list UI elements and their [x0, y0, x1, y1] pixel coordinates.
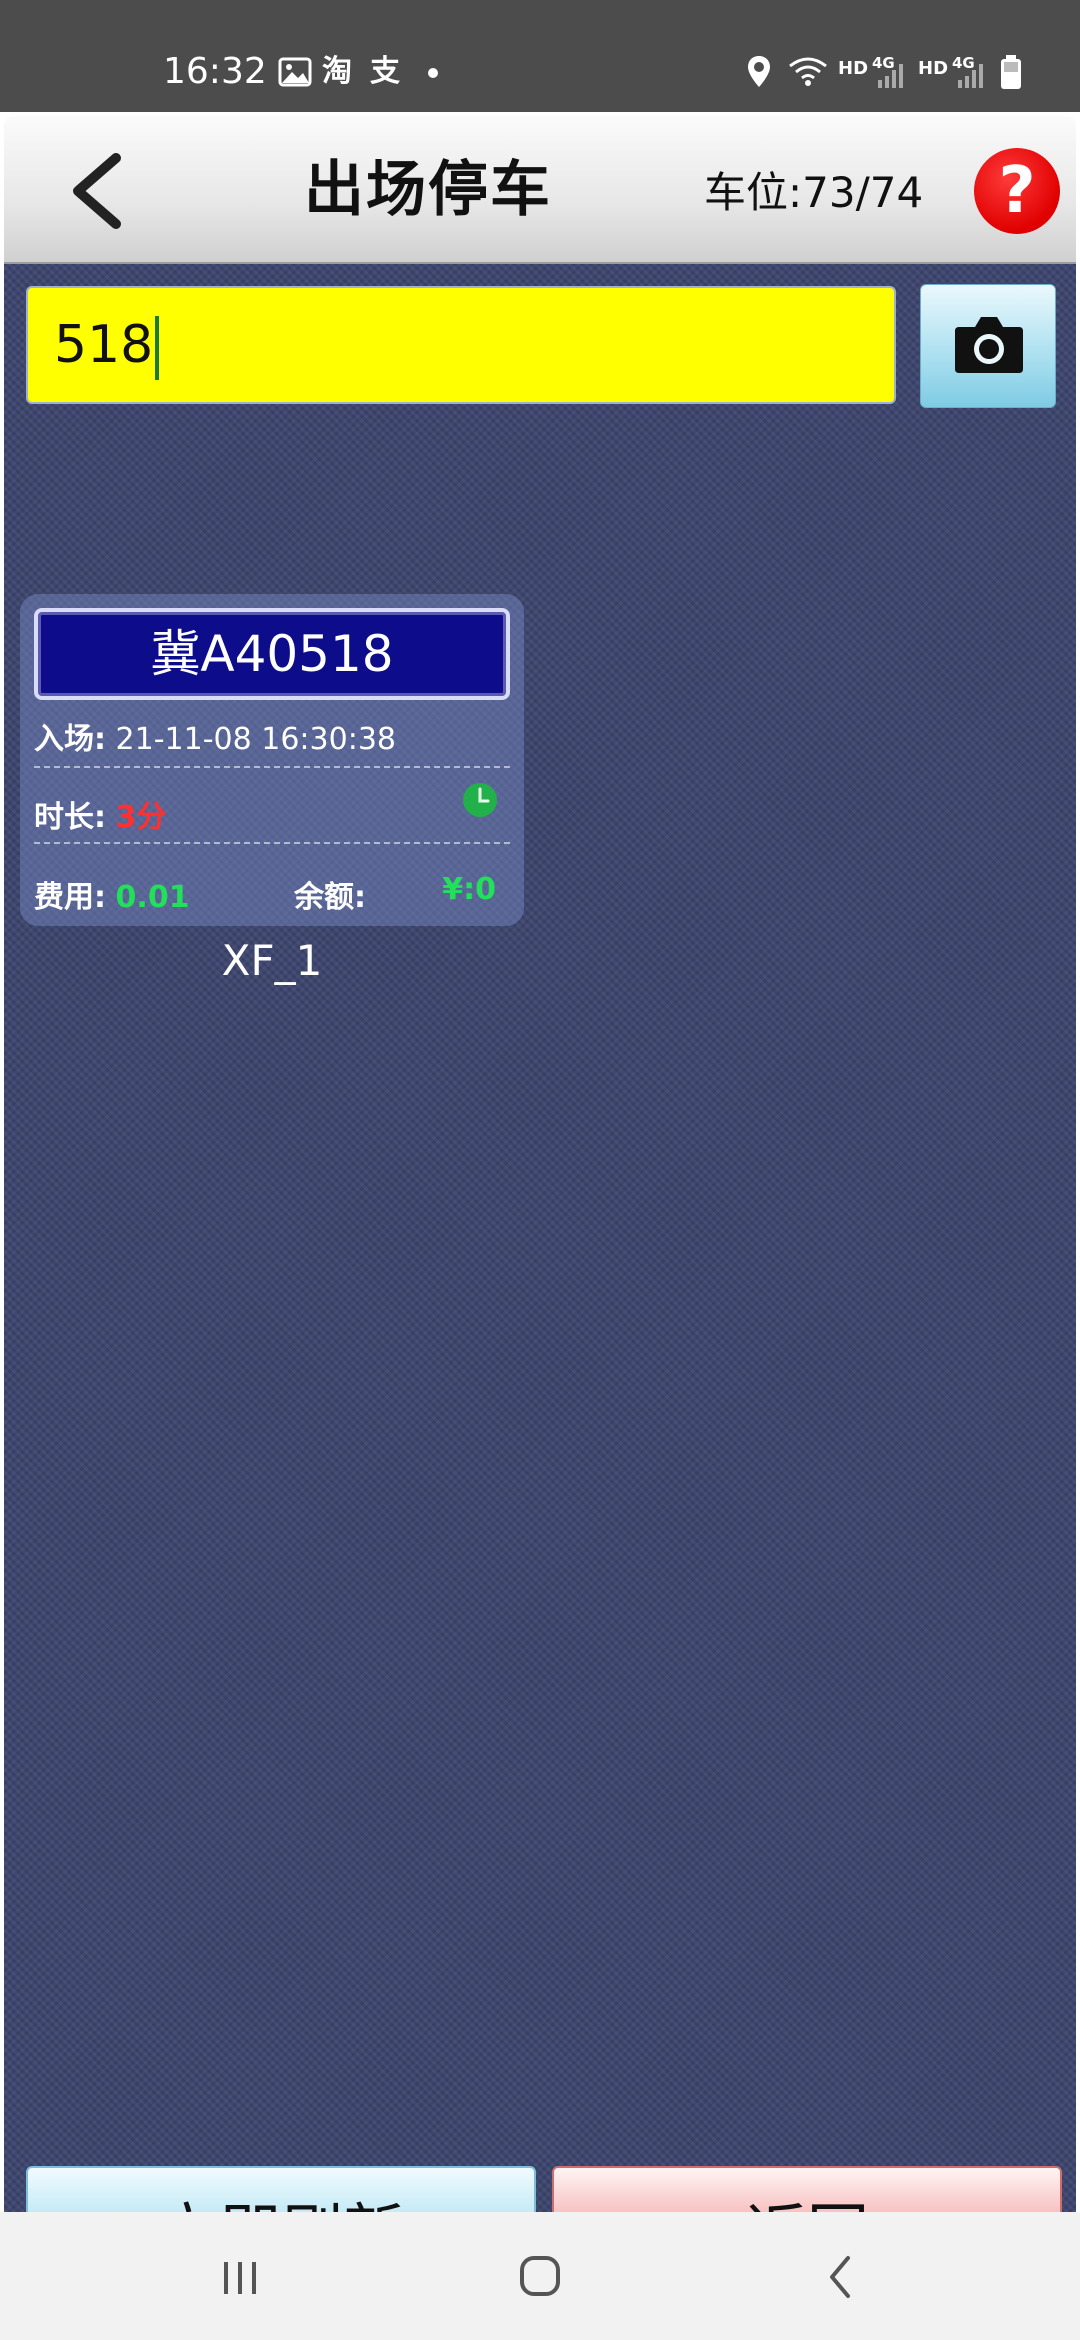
parking-space-name: XF_1: [221, 936, 323, 985]
taobao-icon: 淘: [322, 54, 352, 89]
home-icon: [520, 2256, 560, 2296]
home-button[interactable]: [500, 2242, 580, 2312]
chevron-left-icon: [73, 153, 121, 229]
plate-search-input[interactable]: 518: [26, 286, 896, 404]
app-window: 出场停车 车位:73/74 ? 518 冀A40518 入场: 21-11-08…: [0, 112, 1080, 2296]
navigation-bar: [0, 2212, 1080, 2340]
fee-value: 0.01: [115, 880, 190, 915]
parking-space-count: 车位:73/74: [704, 168, 924, 217]
duration-row: 时长: 3分: [34, 792, 510, 836]
entry-time-row: 入场: 21-11-08 16:30:38: [34, 714, 510, 758]
fee-label: 费用:: [34, 880, 106, 915]
battery-icon: [1001, 55, 1021, 89]
fee-row: 费用: 0.01 余额: ¥:0: [34, 872, 510, 916]
wifi-icon: [789, 57, 827, 86]
help-button[interactable]: ?: [974, 148, 1060, 234]
page-title: 出场停车: [304, 155, 552, 225]
notification-dot-icon: [428, 68, 438, 78]
main-content: 518 冀A40518 入场: 21-11-08 16:30:38 时长: 3分: [4, 264, 1076, 2296]
hd-label-1: HD: [838, 58, 869, 79]
status-bar: 16:32 淘 支 HD 4G HD 4G: [0, 0, 1080, 112]
search-input-value: 518: [54, 315, 154, 375]
nav-back-icon: [830, 2256, 850, 2298]
clock-icon: [463, 783, 497, 817]
hd-label-2: HD: [918, 58, 949, 79]
divider: [34, 766, 510, 768]
duration-label: 时长:: [34, 800, 106, 835]
license-plate: 冀A40518: [34, 608, 510, 700]
entry-time-value: 21-11-08 16:30:38: [115, 722, 396, 757]
divider-2: [34, 842, 510, 844]
signal-icon-2: [958, 64, 983, 88]
back-arrow-button[interactable]: [54, 146, 144, 236]
recent-apps-button[interactable]: [200, 2242, 280, 2312]
duration-value: 3分: [115, 800, 167, 835]
balance-value: ¥:0: [442, 872, 496, 907]
signal-icon: [878, 64, 903, 88]
alipay-icon: 支: [370, 54, 400, 89]
location-icon: [748, 56, 770, 87]
nav-back-button[interactable]: [800, 2242, 880, 2312]
balance-label: 余额:: [294, 880, 366, 915]
text-caret: [155, 316, 160, 380]
status-time: 16:32: [163, 51, 267, 92]
camera-button[interactable]: [920, 284, 1056, 408]
recent-apps-icon: [224, 2262, 256, 2294]
vehicle-card[interactable]: 冀A40518 入场: 21-11-08 16:30:38 时长: 3分 费用:…: [20, 594, 524, 926]
gallery-icon: [278, 57, 312, 87]
entry-label: 入场:: [34, 722, 106, 757]
title-bar: 出场停车 车位:73/74 ?: [4, 116, 1076, 264]
camera-icon: [955, 317, 1023, 373]
